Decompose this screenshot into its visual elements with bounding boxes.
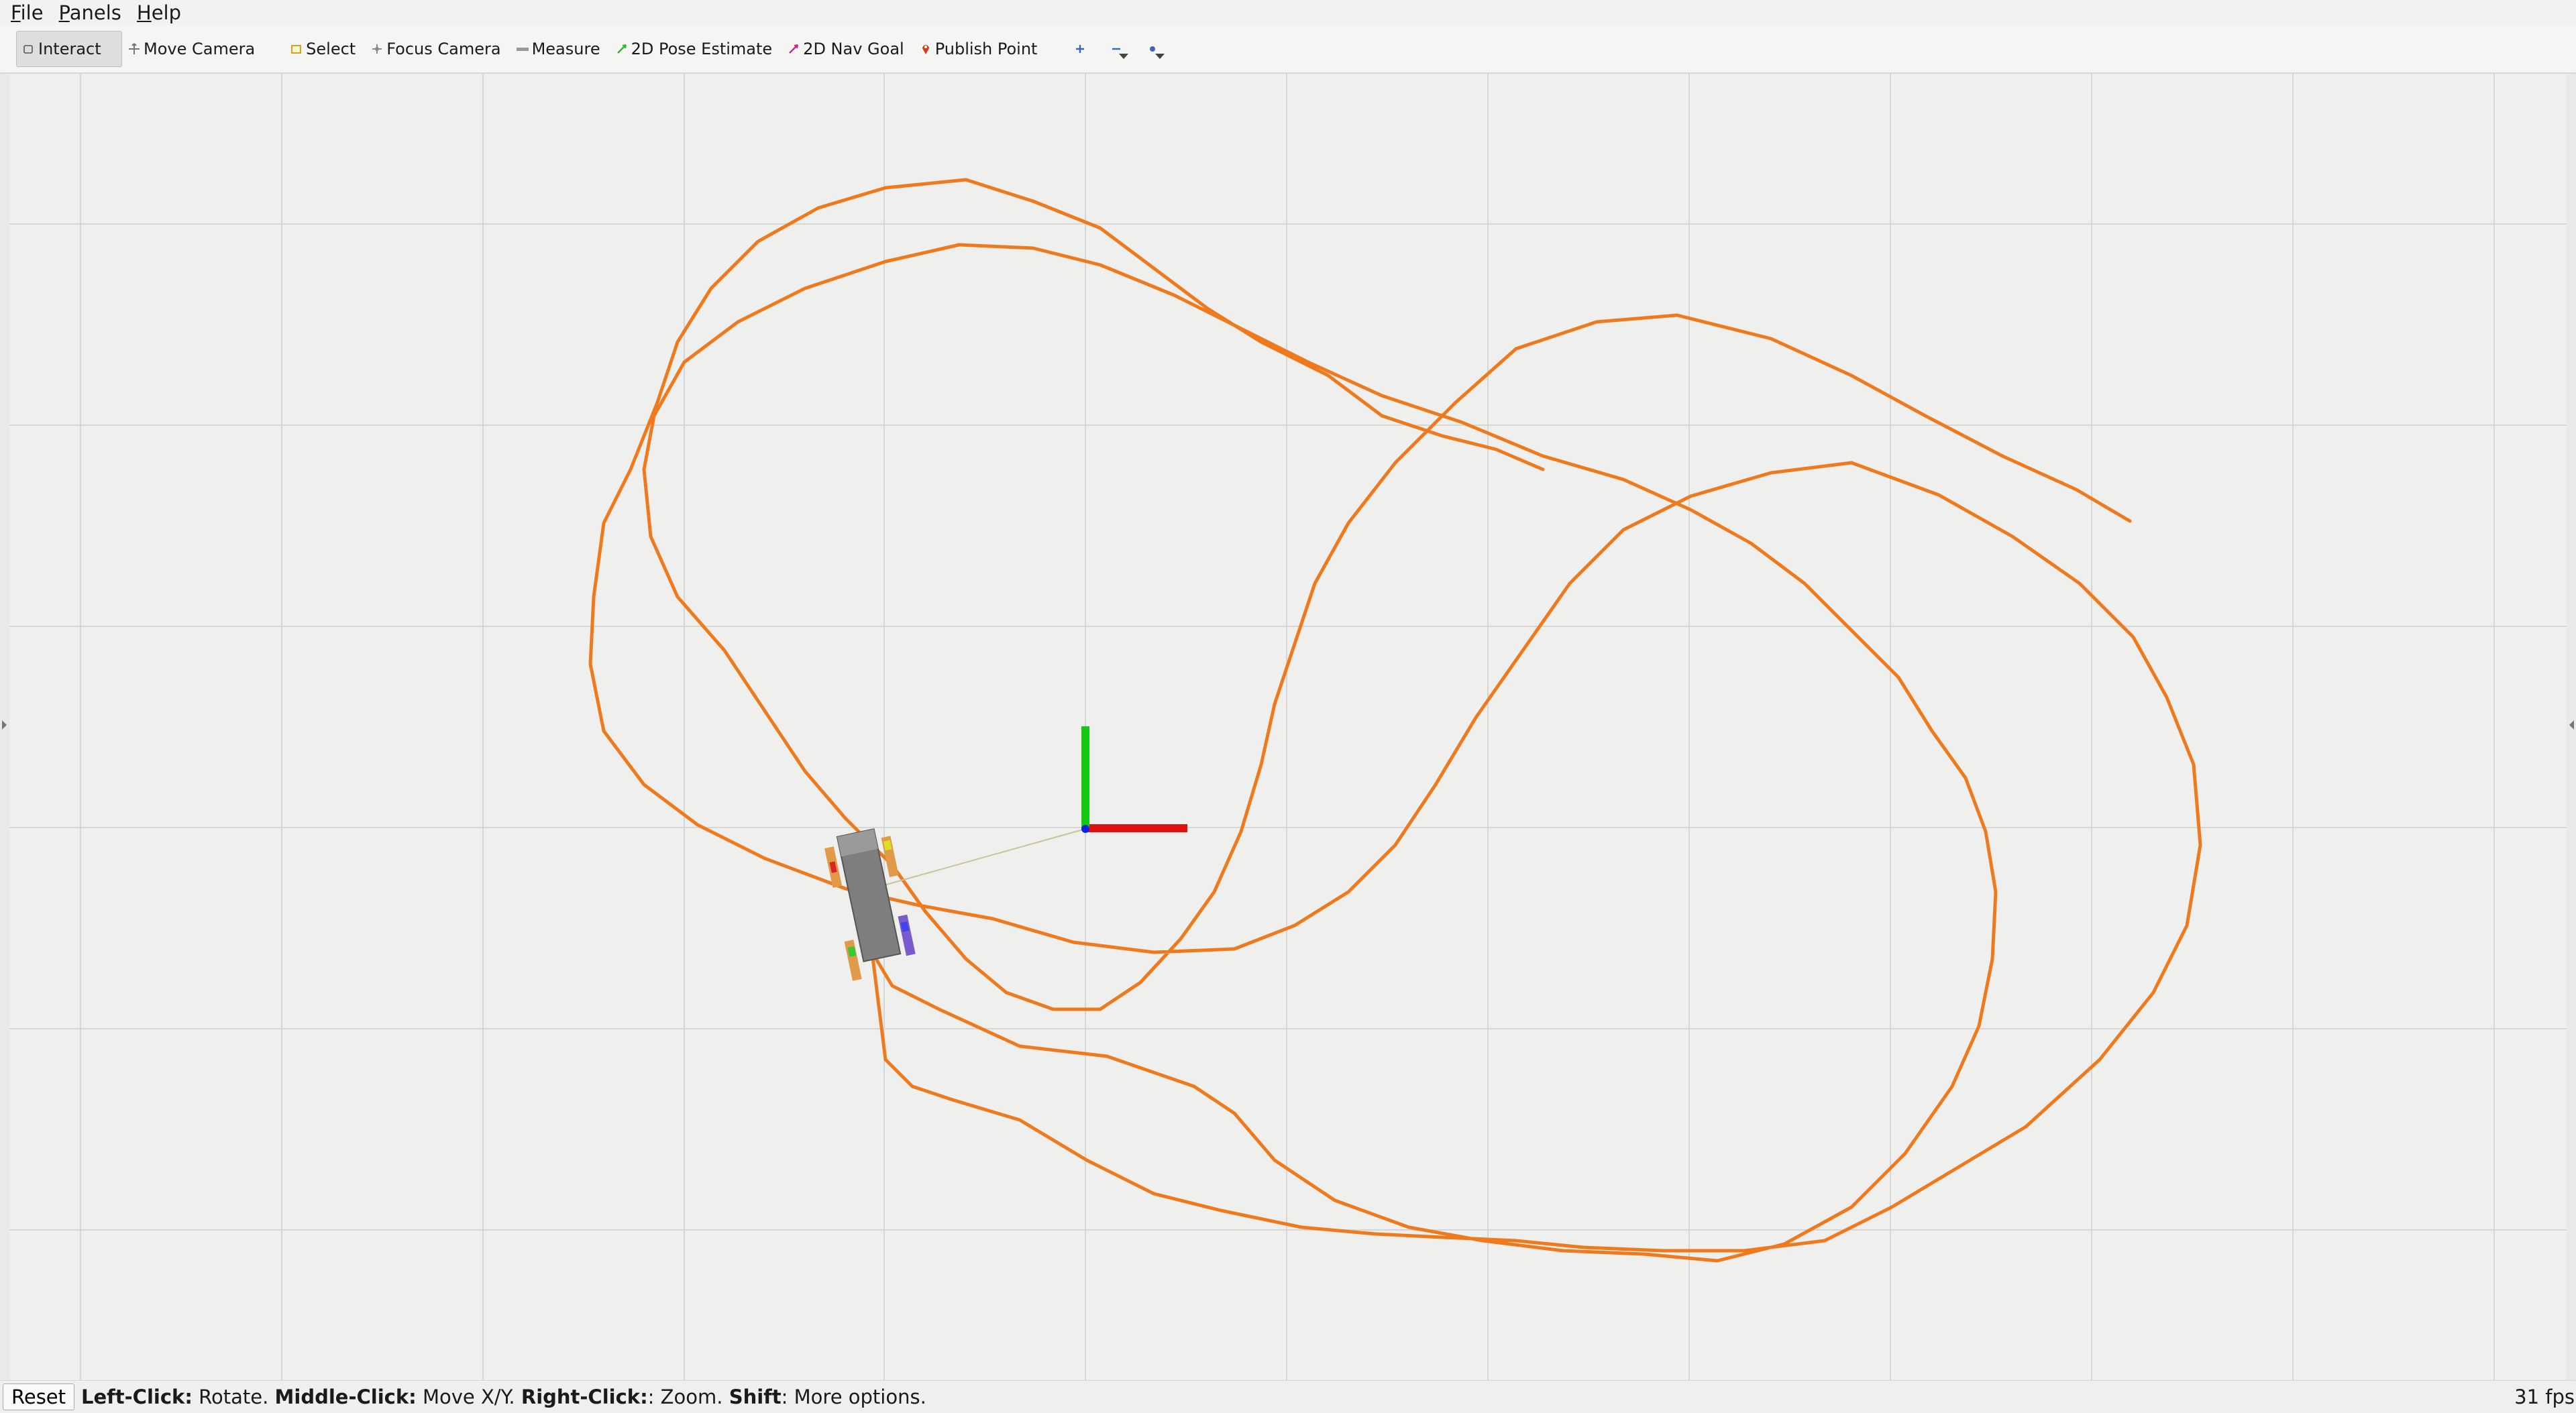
chevron-down-icon <box>1155 54 1165 59</box>
right-panel-toggle[interactable] <box>2566 74 2576 1380</box>
left-panel-toggle[interactable] <box>0 74 10 1380</box>
chevron-down-icon <box>1119 54 1129 59</box>
scene-canvas[interactable] <box>9 74 2567 1380</box>
publish-point-tool-button[interactable]: Publish Point <box>914 31 1047 67</box>
menu-bar: File Panels Help <box>0 0 2576 26</box>
focus-camera-label: Focus Camera <box>386 40 501 58</box>
measure-label: Measure <box>531 40 600 58</box>
tool-properties-button[interactable] <box>1146 31 1165 67</box>
nav-goal-tool-button[interactable]: 2D Nav Goal <box>782 31 914 67</box>
pose-estimate-icon <box>616 44 627 54</box>
measure-icon <box>516 48 529 51</box>
select-tool-button[interactable]: Select <box>284 31 365 67</box>
interact-icon <box>23 45 33 54</box>
hint-shift-key: Shift <box>729 1386 782 1408</box>
origin-axes <box>1081 726 1187 833</box>
select-icon <box>291 45 301 54</box>
hint-left-key: Left-Click: <box>81 1386 193 1408</box>
hint-right-value: : Zoom. <box>647 1386 729 1408</box>
status-bar: Reset Left-Click: Rotate. Middle-Click: … <box>0 1380 2576 1413</box>
map-pin-icon <box>922 45 929 54</box>
y-axis <box>1081 726 1089 829</box>
3d-view[interactable] <box>9 74 2567 1380</box>
focus-camera-icon <box>372 44 382 54</box>
expand-left-icon <box>2 720 7 730</box>
publish-point-label: Publish Point <box>934 40 1038 58</box>
move-camera-icon <box>129 43 140 54</box>
remove-tool-button[interactable] <box>1110 31 1129 67</box>
menu-panels[interactable]: Panels <box>48 0 126 25</box>
tool-bar: Interact Move Camera Select Focus Camera… <box>0 25 2576 74</box>
hint-middle-key: Middle-Click: <box>274 1386 417 1408</box>
mouse-hint: Left-Click: Rotate. Middle-Click: Move X… <box>81 1386 926 1408</box>
fps-counter: 31 fps <box>2514 1386 2575 1408</box>
ground-grid <box>9 74 2567 1380</box>
expand-right-icon <box>2569 720 2574 730</box>
nav-goal-icon <box>789 44 799 54</box>
pose-estimate-label: 2D Pose Estimate <box>631 40 773 58</box>
move-camera-label: Move Camera <box>144 40 256 58</box>
z-axis <box>1081 825 1089 833</box>
reset-button[interactable]: Reset <box>3 1383 75 1410</box>
x-axis <box>1085 824 1187 832</box>
interact-label: Interact <box>38 40 101 58</box>
tf-link-line <box>883 828 1086 886</box>
nav-goal-label: 2D Nav Goal <box>803 40 904 58</box>
interact-tool-button[interactable]: Interact <box>16 31 122 67</box>
hint-middle-value: Move X/Y. <box>416 1386 521 1408</box>
add-tool-button[interactable] <box>1073 31 1087 67</box>
focus-camera-tool-button[interactable]: Focus Camera <box>365 31 510 67</box>
measure-tool-button[interactable]: Measure <box>511 31 610 67</box>
move-camera-tool-button[interactable]: Move Camera <box>122 31 264 67</box>
pose-estimate-tool-button[interactable]: 2D Pose Estimate <box>610 31 782 67</box>
select-label: Select <box>306 40 356 58</box>
hint-right-key: Right-Click: <box>521 1386 648 1408</box>
trajectory-path <box>588 178 2202 1263</box>
menu-file[interactable]: File <box>0 0 48 25</box>
hint-left-value: Rotate. <box>192 1386 275 1408</box>
menu-help[interactable]: Help <box>126 0 186 25</box>
plus-icon <box>1076 45 1085 53</box>
hint-shift-value: : More options. <box>781 1386 926 1408</box>
